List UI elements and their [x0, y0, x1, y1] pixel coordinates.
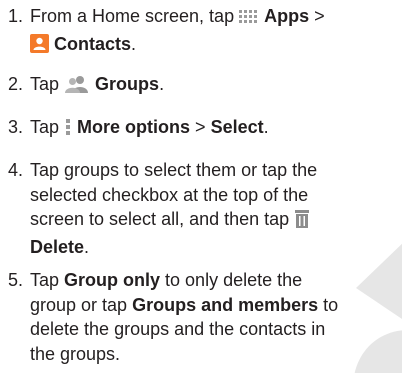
groups-label: Groups [95, 74, 160, 94]
step-number: 4. [8, 160, 24, 180]
groups-and-members-label: Groups and members [132, 294, 319, 315]
step-text-line: screen to select all, and then tap [30, 209, 295, 229]
step-text-prefix: group or tap [30, 294, 133, 315]
step-text-line: selected checkbox at the top of the [30, 184, 309, 205]
groups-icon [64, 75, 90, 100]
step-number: 5. [8, 270, 24, 290]
step-text-prefix: Tap [30, 117, 65, 137]
select-label: Select [210, 117, 264, 137]
step-text-line: delete the groups and the contacts in [30, 319, 326, 339]
step-text: Tap More options > Select. [30, 115, 402, 143]
step-text-suffix: to [318, 294, 339, 315]
step-text: Tap groups to select them or tap the sel… [30, 158, 402, 259]
step-number: 1. [8, 6, 24, 26]
step-text-line: the groups. [30, 343, 121, 364]
apps-grid-icon [239, 7, 259, 32]
more-options-label: More options [77, 117, 191, 137]
contacts-label: Contacts [54, 33, 132, 54]
step-text-prefix: Tap [30, 270, 65, 290]
step-text: Tap Groups. [30, 72, 402, 100]
step-number: 3. [8, 117, 24, 137]
more-options-icon [64, 118, 72, 143]
delete-label: Delete [30, 236, 85, 257]
period: . [263, 117, 269, 137]
apps-label: Apps [264, 6, 310, 26]
step-text-prefix: Tap [30, 74, 65, 94]
separator: > [190, 117, 211, 137]
step-text-suffix: to only delete the [160, 270, 303, 290]
step-text: From a Home screen, tap Apps > Contacts. [30, 4, 402, 59]
period: . [131, 33, 137, 54]
step-text-prefix: From a Home screen, tap [30, 6, 240, 26]
contacts-icon [30, 33, 49, 60]
group-only-label: Group only [64, 270, 161, 290]
step-text: Tap Group only to only delete the group … [30, 268, 402, 366]
separator: > [309, 6, 325, 26]
period: . [159, 74, 165, 94]
period: . [84, 236, 90, 257]
step-number: 2. [8, 74, 24, 94]
step-text-line: Tap groups to select them or tap the [30, 160, 318, 180]
trash-icon [294, 210, 310, 235]
